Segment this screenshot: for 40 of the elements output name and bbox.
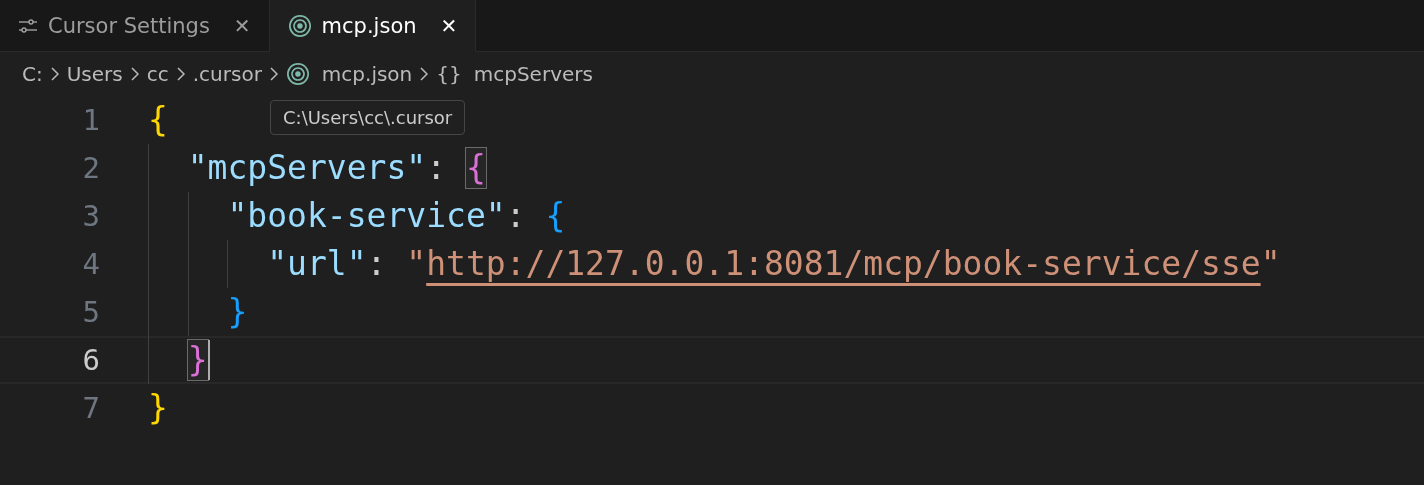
chevron-icon bbox=[176, 67, 185, 81]
code-token: } bbox=[187, 340, 208, 380]
breadcrumb-item[interactable]: .cursor bbox=[192, 62, 262, 86]
line-number: 5 bbox=[81, 295, 100, 329]
close-icon[interactable]: ✕ bbox=[233, 13, 251, 38]
chevron-icon bbox=[420, 67, 429, 81]
code-token: : bbox=[366, 244, 388, 284]
code-token: "mcpServers" bbox=[187, 148, 427, 188]
editor-tab[interactable]: Cursor Settings ✕ bbox=[0, 0, 270, 52]
path-tooltip: C:\Users\cc\.cursor bbox=[270, 100, 466, 135]
line-number: 6 bbox=[81, 343, 100, 377]
code-token: { bbox=[465, 148, 486, 188]
braces-icon: {} bbox=[436, 62, 462, 86]
chevron-icon bbox=[269, 67, 278, 81]
breadcrumb-item[interactable]: cc bbox=[146, 62, 169, 86]
code-token: " bbox=[406, 244, 427, 284]
code-token: } bbox=[227, 292, 248, 332]
code-token: : bbox=[505, 196, 527, 236]
chevron-icon bbox=[50, 67, 59, 81]
breadcrumb-item[interactable]: mcp.json bbox=[321, 62, 413, 86]
code-token: { bbox=[545, 196, 566, 236]
sliders-icon bbox=[18, 17, 38, 34]
code-token: "book-service" bbox=[227, 196, 506, 236]
line-number: 1 bbox=[81, 103, 100, 137]
close-icon[interactable]: ✕ bbox=[440, 13, 458, 38]
editor-tab[interactable]: mcp.json ✕ bbox=[269, 0, 477, 52]
line-number: 4 bbox=[81, 247, 100, 281]
breadcrumb-item[interactable]: mcpServers bbox=[473, 62, 593, 86]
chevron-icon bbox=[130, 67, 139, 81]
line-number: 2 bbox=[81, 151, 100, 185]
breadcrumb-item[interactable]: Users bbox=[66, 62, 123, 86]
code-token: : bbox=[426, 148, 448, 188]
breadcrumb-item[interactable]: C: bbox=[22, 62, 43, 86]
code-token: { bbox=[148, 100, 168, 140]
line-number: 7 bbox=[81, 391, 100, 425]
url-link[interactable]: http://127.0.0.1:8081/mcp/book-service/sse bbox=[426, 244, 1261, 284]
code-token: " bbox=[1260, 244, 1281, 284]
line-number: 3 bbox=[81, 199, 100, 233]
code-token: "url" bbox=[267, 244, 367, 284]
code-token: } bbox=[148, 388, 168, 428]
